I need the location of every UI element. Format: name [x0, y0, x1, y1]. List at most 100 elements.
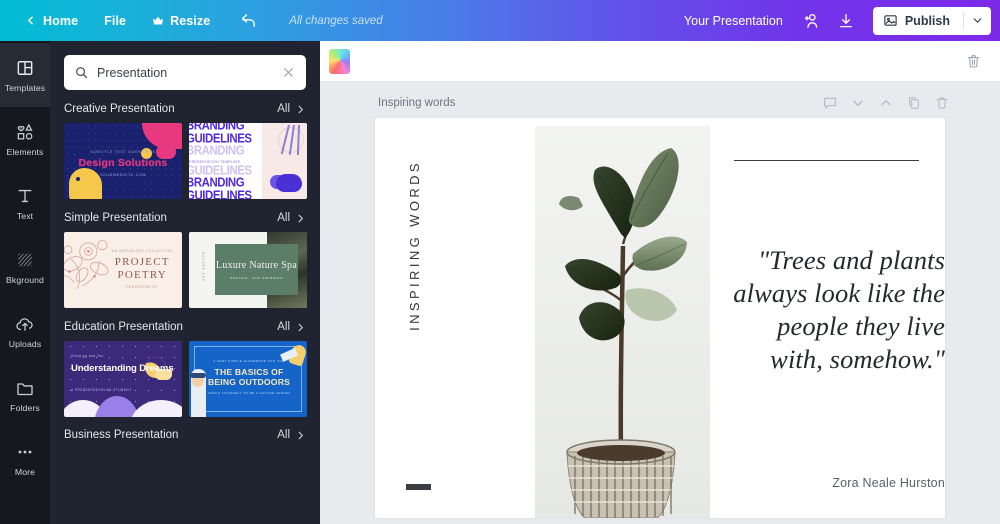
section-see-all-link[interactable]: All	[277, 321, 306, 333]
branding-line-3: BRANDING	[189, 144, 245, 158]
section-header-creative-presentation[interactable]: Creative Presentation All	[64, 103, 306, 115]
top-toolbar-right-group: Your Presentation Publish	[684, 6, 991, 35]
download-button[interactable]	[831, 7, 861, 35]
sidebar-item-text[interactable]: Text	[0, 171, 50, 235]
branding-subtitle: PRESENTATION TEMPLATE	[189, 159, 241, 164]
delete-slide-button[interactable]	[934, 95, 950, 111]
home-label: Home	[43, 13, 79, 28]
decorative-dash	[406, 484, 431, 490]
publish-button[interactable]: Publish	[873, 7, 963, 35]
section-header-education-presentation[interactable]: Education Presentation All	[64, 321, 306, 333]
template-card-luxure-nature-spa[interactable]: NATURE SPA Luxure Nature Spa ORGANIC · E…	[189, 232, 307, 308]
template-footer: TEACH YOURSELF TO BE A NATURE FRIEND	[207, 391, 291, 395]
branding-line-6: GUIDELINES	[189, 188, 252, 199]
editor-area: Inspiring words INSPIRING WORDS "Trees a…	[320, 41, 1000, 524]
app-body: Templates Elements Text Bkground Uploads…	[0, 41, 1000, 524]
chevron-right-icon	[298, 431, 303, 439]
plant-photo[interactable]	[535, 126, 710, 518]
text-icon	[18, 189, 32, 202]
publish-dropdown-button[interactable]	[964, 7, 991, 35]
quote-author[interactable]: Zora Neale Hurston	[832, 476, 945, 490]
undo-button[interactable]	[233, 7, 263, 35]
blob-dot	[76, 177, 80, 181]
section-see-all-link[interactable]: All	[277, 103, 306, 115]
delete-element-button[interactable]	[961, 49, 986, 74]
green-card: Luxure Nature Spa ORGANIC · ECO SWIMMING	[215, 244, 298, 295]
undo-icon	[241, 14, 255, 27]
sidebar-item-folders[interactable]: Folders	[0, 363, 50, 427]
template-subtitle: ORGANIC · ECO SWIMMING	[229, 275, 284, 280]
section-header-business-presentation[interactable]: Business Presentation All	[64, 429, 306, 441]
section-see-all-link[interactable]: All	[277, 212, 306, 224]
publish-image-icon	[884, 15, 897, 26]
template-row-simple: AN ANTHOLOGY COLLECTION PROJECT POETRY P…	[64, 232, 307, 308]
sidebar-item-uploads[interactable]: Uploads	[0, 299, 50, 363]
template-card-basics-of-being-outdoors[interactable]: A VERY SIMPLE GUIDEBOOK FOR YOU THE BASI…	[189, 341, 307, 417]
section-title: Creative Presentation	[64, 103, 175, 115]
template-title: PROJECT POETRY	[114, 256, 170, 281]
slide-notes-button[interactable]	[822, 95, 838, 111]
slide-header: Inspiring words	[378, 95, 950, 111]
slide-canvas[interactable]: INSPIRING WORDS "Trees and plants always…	[375, 118, 945, 518]
slide-vertical-label[interactable]: INSPIRING WORDS	[407, 160, 422, 331]
file-label: File	[104, 13, 127, 28]
top-toolbar-left-group: Home File Resize All changes saved	[11, 7, 383, 35]
share-button[interactable]	[797, 7, 827, 35]
top-toolbar: Home File Resize All changes saved Your	[0, 0, 1000, 41]
templates-icon	[17, 60, 33, 75]
more-icon	[18, 450, 32, 453]
template-card-design-solutions[interactable]: SUBTITLE TEXT GOES HERE Design Solutions…	[64, 123, 182, 199]
file-menu-button[interactable]: File	[91, 8, 139, 34]
trash-icon	[967, 54, 980, 67]
template-row-education: Sleeping and You Understanding Dreams A …	[64, 341, 307, 417]
color-picker-icon[interactable]	[328, 47, 351, 75]
template-eyebrow: Sleeping and You	[71, 354, 104, 358]
move-slide-down-button[interactable]	[850, 95, 866, 111]
section-header-simple-presentation[interactable]: Simple Presentation All	[64, 212, 306, 224]
sidebar-item-more[interactable]: More	[0, 427, 50, 491]
sidebar-label-uploads: Uploads	[8, 338, 42, 349]
template-title: Design Solutions	[78, 157, 168, 169]
add-collaborator-icon	[804, 13, 818, 28]
context-toolbar	[320, 41, 1000, 82]
needle-3	[296, 124, 299, 156]
template-eyebrow: SUBTITLE TEXT GOES HERE	[90, 150, 156, 154]
chevron-right-icon	[298, 214, 303, 222]
notes-icon	[824, 97, 836, 109]
folders-icon	[17, 382, 33, 395]
chevron-right-icon	[298, 105, 303, 113]
template-row-creative: SUBTITLE TEXT GOES HERE Design Solutions…	[64, 123, 307, 199]
template-footer: YOURWEBSITE.COM	[99, 173, 147, 177]
template-card-branding-guidelines[interactable]: BRANDING GUIDELINES BRANDING PRESENTATIO…	[189, 123, 307, 199]
sidebar-item-templates[interactable]: Templates	[0, 43, 50, 107]
uploads-icon	[16, 317, 33, 331]
see-all-label: All	[277, 429, 290, 441]
template-card-project-poetry[interactable]: AN ANTHOLOGY COLLECTION PROJECT POETRY P…	[64, 232, 182, 308]
quote-text[interactable]: "Trees and plants always look like the p…	[718, 244, 945, 376]
resize-button[interactable]: Resize	[139, 8, 223, 34]
crown-icon	[153, 16, 164, 24]
see-all-label: All	[277, 103, 290, 115]
sidebar-item-background[interactable]: Bkground	[0, 235, 50, 299]
search-input[interactable]	[97, 65, 273, 80]
section-see-all-link[interactable]: All	[277, 429, 306, 441]
save-status: All changes saved	[289, 14, 383, 27]
sidebar-label-more: More	[14, 466, 36, 477]
chevron-right-icon	[298, 323, 303, 331]
home-button[interactable]: Home	[11, 8, 91, 34]
close-icon[interactable]	[281, 65, 296, 80]
sidebar-item-elements[interactable]: Elements	[0, 107, 50, 171]
search-icon	[76, 67, 88, 79]
elements-icon	[17, 123, 33, 140]
sidebar-label-folders: Folders	[10, 402, 40, 413]
slide-name[interactable]: Inspiring words	[378, 97, 455, 109]
template-card-understanding-dreams[interactable]: Sleeping and You Understanding Dreams A …	[64, 341, 182, 417]
duplicate-slide-button[interactable]	[906, 95, 922, 111]
template-footer: PRESENTED BY	[126, 285, 159, 289]
template-title: THE BASICS OF BEING OUTDOORS	[207, 367, 291, 387]
design-title[interactable]: Your Presentation	[684, 14, 783, 28]
template-footer: A PRESENTATION BY STUDENT	[71, 388, 132, 392]
resize-label: Resize	[170, 13, 211, 28]
move-slide-up-button[interactable]	[878, 95, 894, 111]
slide-toolbar	[822, 95, 950, 111]
